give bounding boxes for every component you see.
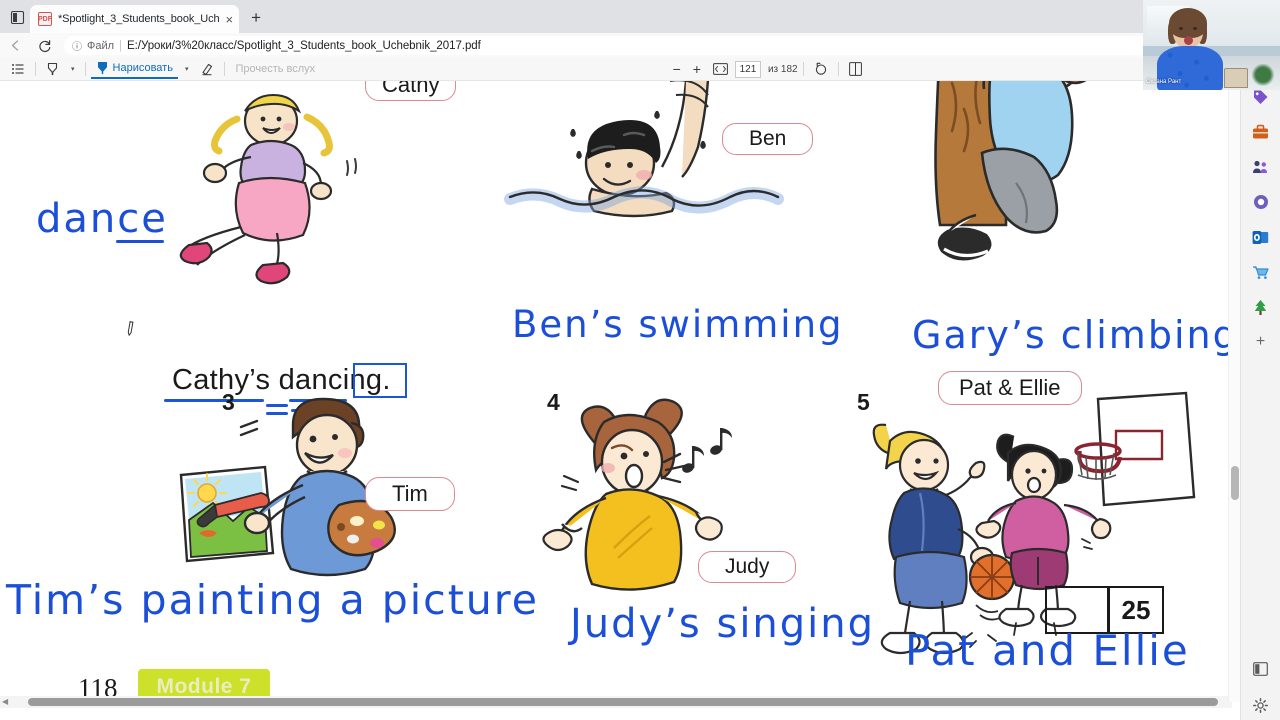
illustration-boy-swimming (500, 81, 860, 311)
vertical-scroll-thumb[interactable] (1231, 466, 1239, 500)
sidebar-outlook-icon[interactable] (1250, 226, 1272, 248)
outlook-mail-icon (1252, 230, 1269, 244)
address-bar[interactable]: ⓘ Файл | E:/Уроки/3%20класс/Spotlight_3_… (64, 36, 1276, 55)
highlight-dropdown[interactable]: ▾ (66, 59, 80, 79)
webcam-chair (1224, 68, 1248, 88)
handwriting-pat-ellie: Pat and Ellie (905, 626, 1190, 675)
webcam-plant (1250, 64, 1276, 88)
table-of-contents-button[interactable] (6, 59, 30, 79)
edge-sidebar-bottom (1240, 658, 1280, 716)
sidebar-briefcase-icon[interactable] (1250, 121, 1272, 143)
gear-glyph (1252, 697, 1268, 713)
toolbar-divider-3 (224, 62, 226, 76)
tab-title: *Spotlight_3_Students_book_Uch (58, 13, 220, 25)
eraser-icon (202, 63, 213, 76)
name-pill-judy: Judy (698, 551, 797, 583)
toolbar-divider-5 (837, 62, 839, 76)
toolbar-divider-4 (802, 62, 804, 76)
reload-button[interactable] (30, 34, 60, 58)
draw-button[interactable]: Нарисовать (90, 59, 178, 79)
omnibox-divider: | (119, 39, 123, 52)
draw-label: Нарисовать (112, 62, 173, 74)
fit-page-button[interactable] (708, 59, 733, 79)
name-pill-ben: Ben (722, 123, 814, 155)
close-icon[interactable]: × (226, 13, 234, 26)
cart-icon (1253, 265, 1269, 279)
highlighter-icon (47, 62, 58, 76)
browser-tab[interactable]: PDF *Spotlight_3_Students_book_Uch × (30, 5, 240, 33)
pen-icon (97, 62, 107, 75)
split-screen-icon[interactable] (1249, 658, 1271, 680)
handwriting-tim: Tim’s painting a picture (6, 576, 539, 624)
annotation-box-ing (353, 363, 407, 398)
url-text: E:/Уроки/3%20класс/Spotlight_3_Students_… (127, 39, 481, 52)
vertical-scrollbar[interactable] (1228, 81, 1240, 702)
illustration-girl-singing (542, 398, 808, 616)
page-total-label: из 182 (767, 63, 798, 75)
draw-dropdown[interactable]: ▾ (180, 59, 194, 79)
people-icon (1253, 160, 1267, 173)
handwriting-dance: dance (36, 196, 168, 243)
browser-window: PDF *Spotlight_3_Students_book_Uch × + ⓘ… (0, 0, 1280, 720)
horizontal-scrollbar[interactable]: ◀ (0, 696, 1232, 708)
name-pill-tim: Tim (365, 477, 455, 511)
sidebar-circle-icon[interactable] (1250, 191, 1272, 213)
site-info-icon[interactable]: ⓘ (72, 38, 82, 53)
table-of-contents-icon (12, 64, 24, 74)
illustration-boy-climbing-tree (920, 81, 1220, 293)
back-button[interactable] (0, 34, 30, 58)
rotate-icon (815, 62, 826, 75)
sidebar-add-icon[interactable]: + (1250, 331, 1272, 353)
webcam-eye-right (1193, 27, 1197, 30)
webcam-hair-top (1169, 8, 1207, 38)
handwriting-judy: Judy’s singing (570, 601, 876, 647)
erase-button[interactable] (195, 59, 219, 79)
name-pill-pat-ellie: Pat & Ellie (938, 371, 1082, 405)
webcam-eye-left (1179, 27, 1183, 30)
sidebar-shopping-cart-icon[interactable] (1250, 261, 1272, 283)
pdf-viewport[interactable]: dance Cathy Cathy’s dancing. Ben Ben’s s… (0, 81, 1280, 720)
fit-page-icon (713, 63, 728, 75)
tab-actions-button[interactable] (4, 4, 30, 30)
reload-icon (39, 39, 51, 52)
tag-icon (1254, 90, 1268, 104)
back-arrow-icon (11, 40, 18, 51)
new-tab-button[interactable]: + (243, 5, 269, 31)
sidebar-contacts-icon[interactable] (1250, 156, 1272, 178)
split-screen-glyph (1252, 662, 1268, 676)
circle-badge-icon (1253, 195, 1268, 209)
page-layout-icon (848, 62, 862, 76)
toolbar-divider (35, 62, 36, 76)
highlight-button[interactable] (41, 59, 64, 79)
webcam-video-overlay[interactable]: Оксана Рант (1143, 0, 1280, 90)
handwriting-ben: Ben’s swimming (512, 303, 844, 346)
pdf-page: dance Cathy Cathy’s dancing. Ben Ben’s s… (0, 81, 1237, 705)
read-aloud-button[interactable]: Прочесть вслух (230, 59, 320, 79)
webcam-participant-name: Оксана Рант (1146, 79, 1182, 85)
page-layout-button[interactable] (844, 59, 867, 79)
rotate-button[interactable] (809, 59, 833, 79)
zoom-out-button[interactable]: − (668, 59, 686, 79)
horizontal-scroll-thumb[interactable] (28, 698, 1218, 706)
briefcase-icon (1253, 124, 1268, 139)
navigation-bar: ⓘ Файл | E:/Уроки/3%20класс/Spotlight_3_… (0, 33, 1280, 58)
handwriting-gary: Gary’s climbing (912, 313, 1239, 357)
name-pill-cathy: Cathy (365, 81, 457, 101)
pdf-file-icon: PDF (38, 12, 52, 26)
webcam-mouth (1184, 36, 1193, 45)
edge-sidebar: + (1240, 58, 1280, 720)
page-number-input[interactable]: 121 (734, 60, 761, 78)
scroll-left-arrow-icon[interactable]: ◀ (2, 697, 8, 706)
pdf-toolbar: ▾ Нарисовать ▾ Прочесть вслух − + 121 из… (0, 58, 1280, 81)
window-panel-icon (10, 10, 24, 24)
underline-stroke (116, 240, 164, 243)
sidebar-tree-icon[interactable] (1250, 296, 1272, 318)
tab-strip: PDF *Spotlight_3_Students_book_Uch × + (0, 0, 1280, 33)
toolbar-divider-2 (84, 62, 86, 76)
url-scheme-label: Файл (87, 39, 115, 52)
tree-icon (1254, 299, 1267, 315)
settings-gear-icon[interactable] (1249, 694, 1271, 716)
zoom-in-button[interactable]: + (688, 59, 706, 79)
